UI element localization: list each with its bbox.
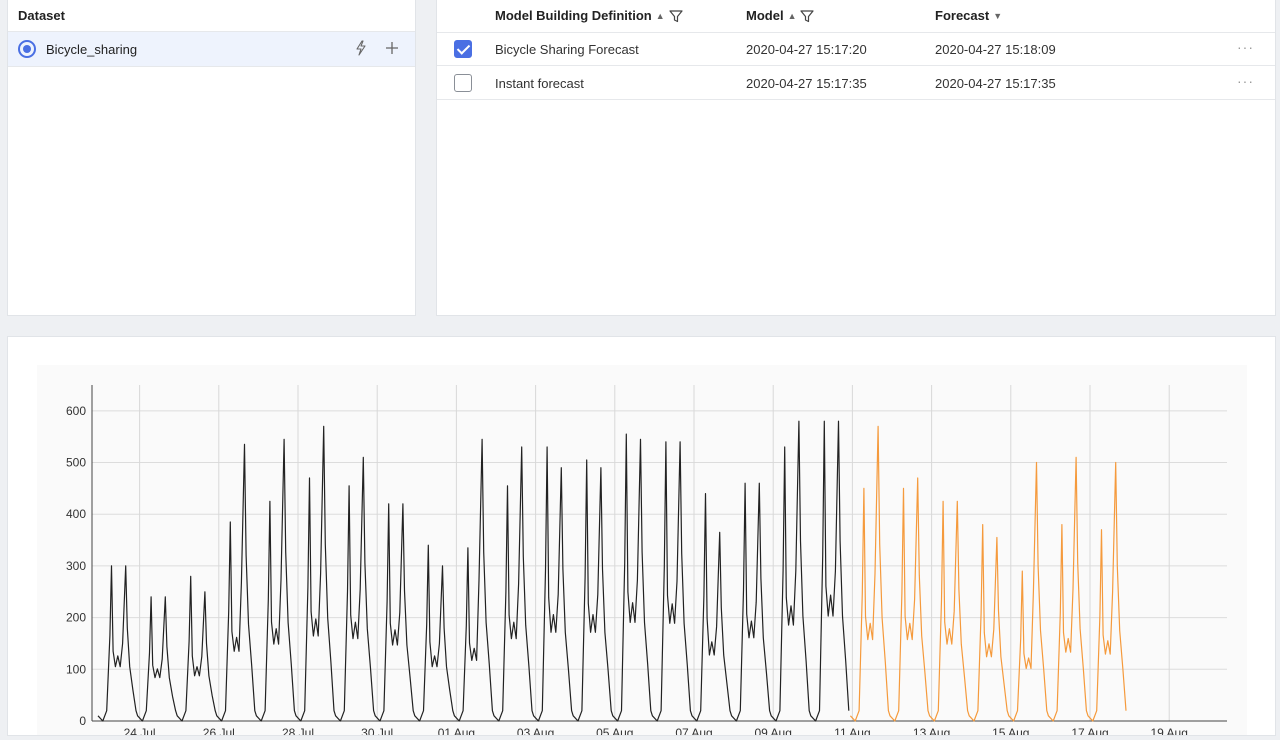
y-tick-label: 300 [66,559,86,573]
dataset-item-bicycle-sharing[interactable]: Bicycle_sharing [8,32,415,67]
x-tick-label: 26 Jul [203,726,235,735]
models-panel: Model Building Definition ▲ Model ▲ Fore… [436,0,1276,316]
x-tick-label: 24 Jul [124,726,156,735]
forecast-cell: 2020-04-27 15:18:09 [935,42,1056,57]
column-header-model[interactable]: Model ▲ [746,0,815,32]
x-tick-label: 15 Aug [992,726,1029,735]
plus-icon[interactable] [384,40,400,59]
model-cell: 2020-04-27 15:17:20 [746,42,867,57]
forecast-series-line [849,425,1127,722]
y-tick-label: 100 [66,662,86,676]
lightning-icon[interactable] [354,40,368,61]
y-tick-label: 200 [66,611,86,625]
definition-cell: Instant forecast [495,76,584,91]
x-tick-label: 09 Aug [755,726,792,735]
sort-down-icon[interactable]: ▼ [993,11,1002,21]
y-tick-label: 0 [79,714,86,728]
x-tick-label: 28 Jul [282,726,314,735]
column-header-definition[interactable]: Model Building Definition ▲ [495,0,683,32]
x-tick-label: 19 Aug [1151,726,1188,735]
radio-selected-dot [23,45,31,53]
column-label: Model Building Definition [495,8,652,23]
sort-icon[interactable]: ▲ [788,11,797,21]
more-options-icon[interactable]: ··· [1237,39,1254,55]
x-tick-label: 30 Jul [361,726,393,735]
column-header-forecast[interactable]: Forecast ▼ [935,0,1002,32]
x-tick-label: 05 Aug [596,726,633,735]
dataset-panel: Dataset Bicycle_sharing [7,0,416,316]
dataset-label: Bicycle_sharing [46,41,138,57]
x-tick-label: 13 Aug [913,726,950,735]
forecast-chart-svg: 0 100 200 300 400 500 600 24 Jul 26 Jul 28 Jul 30 … [66,385,1227,740]
row-checkbox[interactable] [454,74,472,92]
column-label: Forecast [935,8,990,23]
filter-icon[interactable] [669,9,683,23]
sort-icon[interactable]: ▲ [656,11,665,21]
x-tick-label: 17 Aug [1071,726,1108,735]
x-tick-label: 11 Aug [834,726,870,735]
table-row[interactable]: Bicycle Sharing Forecast 2020-04-27 15:1… [437,32,1275,66]
dataset-radio[interactable] [18,40,36,58]
filter-icon[interactable] [800,9,815,23]
y-tick-label: 400 [66,507,86,521]
y-tick-label: 500 [66,456,86,470]
actual-series-line [97,420,850,722]
forecast-chart: 0 100 200 300 400 500 600 24 Jul 26 Jul 28 Jul 30 … [37,365,1247,740]
x-tick-label: 03 Aug [517,726,554,735]
forecast-cell: 2020-04-27 15:17:35 [935,76,1056,91]
definition-cell: Bicycle Sharing Forecast [495,42,639,57]
more-options-icon[interactable]: ··· [1237,73,1254,89]
chart-panel: 0 100 200 300 400 500 600 24 Jul 26 Jul 28 Jul 30 … [7,336,1276,740]
table-row[interactable]: Instant forecast 2020-04-27 15:17:35 202… [437,66,1275,100]
x-tick-label: 01 Aug [438,726,475,735]
dataset-header: Dataset [8,0,415,32]
y-tick-label: 600 [66,404,86,418]
x-tick-label: 07 Aug [675,726,712,735]
model-cell: 2020-04-27 15:17:35 [746,76,867,91]
column-label: Model [746,8,784,23]
row-checkbox[interactable] [454,40,472,58]
